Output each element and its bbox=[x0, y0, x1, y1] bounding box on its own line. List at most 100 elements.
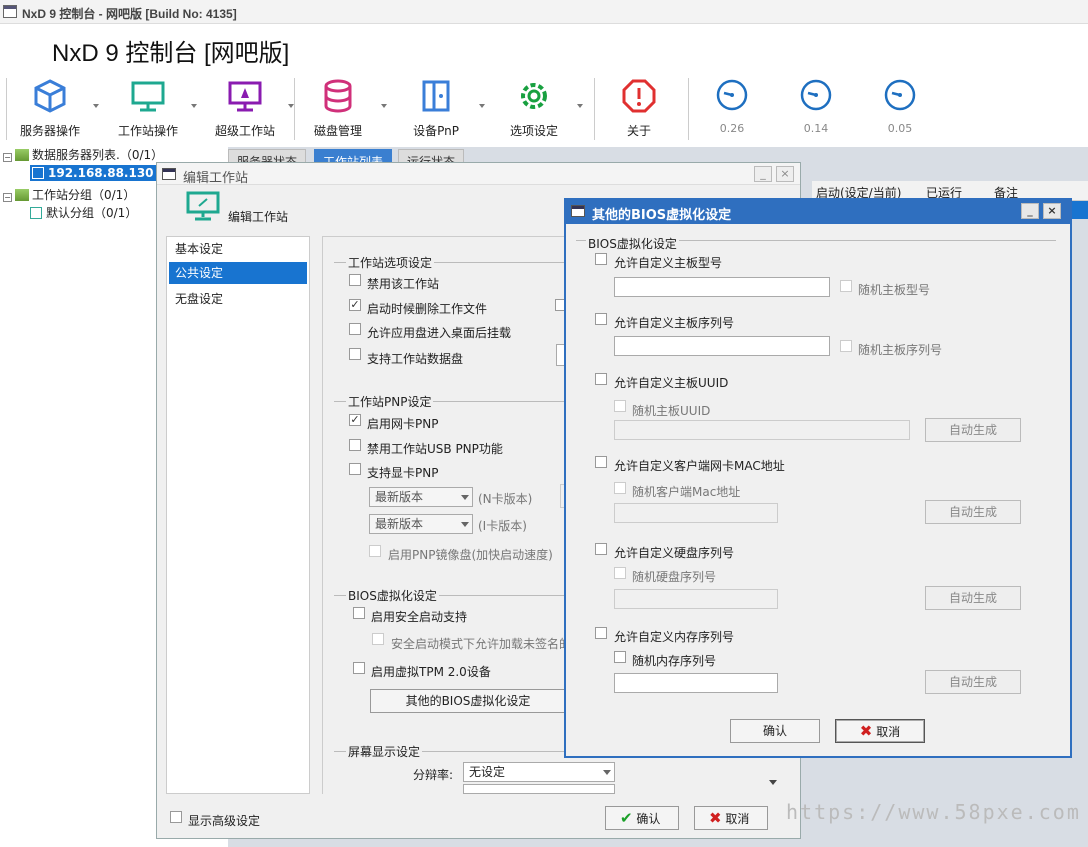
checkbox-label: 启用PNP镜像盘(加快启动速度) bbox=[388, 548, 553, 562]
random-mac-checkbox[interactable] bbox=[614, 482, 626, 494]
intel-version-select[interactable]: 最新版本 bbox=[369, 514, 473, 534]
custom-board-uuid-checkbox[interactable] bbox=[595, 373, 607, 385]
collapse-icon[interactable]: − bbox=[3, 153, 12, 162]
close-icon: ✖ bbox=[709, 809, 722, 827]
auto-generate-button[interactable]: 自动生成 bbox=[925, 418, 1021, 442]
group-icon bbox=[30, 207, 42, 219]
partial-input[interactable] bbox=[463, 784, 615, 794]
chevron-down-icon bbox=[461, 495, 469, 500]
board-serial-input[interactable] bbox=[614, 336, 830, 356]
custom-board-model-checkbox[interactable] bbox=[595, 253, 607, 265]
checkbox-label: 随机主板序列号 bbox=[858, 343, 943, 357]
nav-common-settings[interactable]: 公共设定 bbox=[169, 262, 307, 284]
super-workstation-button[interactable]: 超级工作站 bbox=[200, 78, 294, 139]
group-title: 工作站选项设定 bbox=[346, 254, 435, 271]
custom-board-serial-checkbox[interactable] bbox=[595, 313, 607, 325]
checkbox-label: 支持显卡PNP bbox=[367, 466, 439, 480]
group-title: 工作站PNP设定 bbox=[346, 393, 434, 410]
unsigned-driver-checkbox[interactable] bbox=[372, 633, 384, 645]
gear-icon bbox=[521, 83, 547, 109]
close-button[interactable]: × bbox=[776, 166, 794, 182]
bios-ok-button[interactable]: 确认 bbox=[730, 719, 820, 743]
checkbox-label: 随机硬盘序列号 bbox=[632, 570, 717, 584]
checkbox-label: 显示高级设定 bbox=[188, 814, 261, 828]
nav-basic-settings[interactable]: 基本设定 bbox=[169, 238, 307, 260]
random-board-uuid-checkbox[interactable] bbox=[614, 400, 626, 412]
toolbar-separator bbox=[688, 78, 689, 140]
gpu-pnp-checkbox[interactable] bbox=[349, 463, 361, 475]
checkbox-label: 随机客户端Mac地址 bbox=[632, 485, 741, 499]
scroll-down-icon[interactable] bbox=[769, 780, 777, 785]
custom-disk-serial-checkbox[interactable] bbox=[595, 543, 607, 555]
chevron-down-icon[interactable] bbox=[191, 104, 197, 108]
random-board-serial-checkbox[interactable] bbox=[840, 340, 852, 352]
other-bios-settings-button[interactable]: 其他的BIOS虚拟化设定 bbox=[370, 689, 566, 713]
custom-mac-checkbox[interactable] bbox=[595, 456, 607, 468]
checkbox-label: 允许自定义内存序列号 bbox=[614, 630, 735, 644]
window-titlebar: NxD 9 控制台 - 网吧版 [Build No: 4135] bbox=[0, 0, 1088, 24]
pnp-mirror-checkbox[interactable] bbox=[369, 545, 381, 557]
select-value: 最新版本 bbox=[375, 517, 424, 531]
options-button[interactable]: 选项设定 bbox=[489, 78, 583, 139]
about-label: 关于 bbox=[626, 124, 651, 138]
nav-diskless-settings[interactable]: 无盘设定 bbox=[169, 288, 307, 310]
mount-after-desktop-checkbox[interactable] bbox=[349, 323, 361, 335]
ws-data-disk-checkbox[interactable] bbox=[349, 348, 361, 360]
workstation-ops-button[interactable]: 工作站操作 bbox=[103, 78, 197, 139]
auto-generate-button[interactable]: 自动生成 bbox=[925, 670, 1021, 694]
chevron-down-icon[interactable] bbox=[381, 104, 387, 108]
disable-ws-checkbox[interactable] bbox=[349, 274, 361, 286]
chevron-down-icon[interactable] bbox=[577, 104, 583, 108]
board-model-input[interactable] bbox=[614, 277, 830, 297]
mem-serial-input[interactable] bbox=[614, 673, 778, 693]
nvidia-version-label: (N卡版本) bbox=[478, 492, 533, 506]
check-icon: ✔ bbox=[620, 809, 633, 827]
group-title: BIOS虚拟化设定 bbox=[586, 235, 679, 252]
server-ops-label: 服务器操作 bbox=[19, 124, 80, 138]
random-board-model-checkbox[interactable] bbox=[840, 280, 852, 292]
secure-boot-checkbox[interactable] bbox=[353, 607, 365, 619]
load-gauge-2: 0.14 bbox=[786, 79, 846, 135]
checkbox-label: 随机内存序列号 bbox=[632, 654, 717, 668]
super-workstation-label: 超级工作站 bbox=[214, 124, 275, 138]
database-icon bbox=[324, 79, 352, 113]
close-icon: ✖ bbox=[859, 722, 873, 740]
chevron-down-icon[interactable] bbox=[479, 104, 485, 108]
server-ops-button[interactable]: 服务器操作 bbox=[5, 78, 99, 139]
about-button[interactable]: 关于 bbox=[594, 78, 684, 139]
nvidia-version-select[interactable]: 最新版本 bbox=[369, 487, 473, 507]
gauge-value: 0.26 bbox=[719, 122, 745, 135]
window-title: NxD 9 控制台 - 网吧版 [Build No: 4135] bbox=[22, 7, 237, 21]
random-mem-serial-checkbox[interactable] bbox=[614, 651, 626, 663]
checkbox-label: 随机主板UUID bbox=[632, 404, 711, 418]
button-label: 取消 bbox=[876, 725, 901, 739]
ok-button[interactable]: ✔ 确认 bbox=[605, 806, 679, 830]
checkbox-label: 允许自定义主板型号 bbox=[614, 256, 723, 270]
disk-mgmt-button[interactable]: 磁盘管理 bbox=[293, 78, 387, 139]
select-value: 最新版本 bbox=[375, 490, 424, 504]
cancel-button[interactable]: ✖ 取消 bbox=[694, 806, 768, 830]
checkbox-label: 安全启动模式下允许加载未签名的 bbox=[391, 637, 572, 651]
auto-generate-button[interactable]: 自动生成 bbox=[925, 500, 1021, 524]
delete-work-files-checkbox[interactable]: ✓ bbox=[349, 299, 361, 311]
device-pnp-button[interactable]: 设备PnP bbox=[391, 78, 485, 139]
minimize-button[interactable]: _ bbox=[754, 166, 772, 182]
grid-selected-row[interactable] bbox=[1070, 201, 1088, 219]
random-disk-serial-checkbox[interactable] bbox=[614, 567, 626, 579]
checkbox-label: 允许自定义客户端网卡MAC地址 bbox=[614, 459, 785, 473]
vtpm-checkbox[interactable] bbox=[353, 662, 365, 674]
show-advanced-checkbox[interactable] bbox=[170, 811, 182, 823]
dialog-header-label: 编辑工作站 bbox=[228, 210, 289, 224]
close-button[interactable]: × bbox=[1043, 203, 1061, 219]
mac-input bbox=[614, 503, 778, 523]
alert-octagon-icon bbox=[622, 79, 656, 113]
minimize-button[interactable]: _ bbox=[1021, 203, 1039, 219]
nic-pnp-checkbox[interactable]: ✓ bbox=[349, 414, 361, 426]
bios-cancel-button[interactable]: ✖ 取消 bbox=[835, 719, 925, 743]
auto-generate-button[interactable]: 自动生成 bbox=[925, 586, 1021, 610]
resolution-select[interactable]: 无设定 bbox=[463, 762, 615, 782]
custom-mem-serial-checkbox[interactable] bbox=[595, 627, 607, 639]
chevron-down-icon[interactable] bbox=[93, 104, 99, 108]
collapse-icon[interactable]: − bbox=[3, 193, 12, 202]
disable-usb-pnp-checkbox[interactable] bbox=[349, 439, 361, 451]
